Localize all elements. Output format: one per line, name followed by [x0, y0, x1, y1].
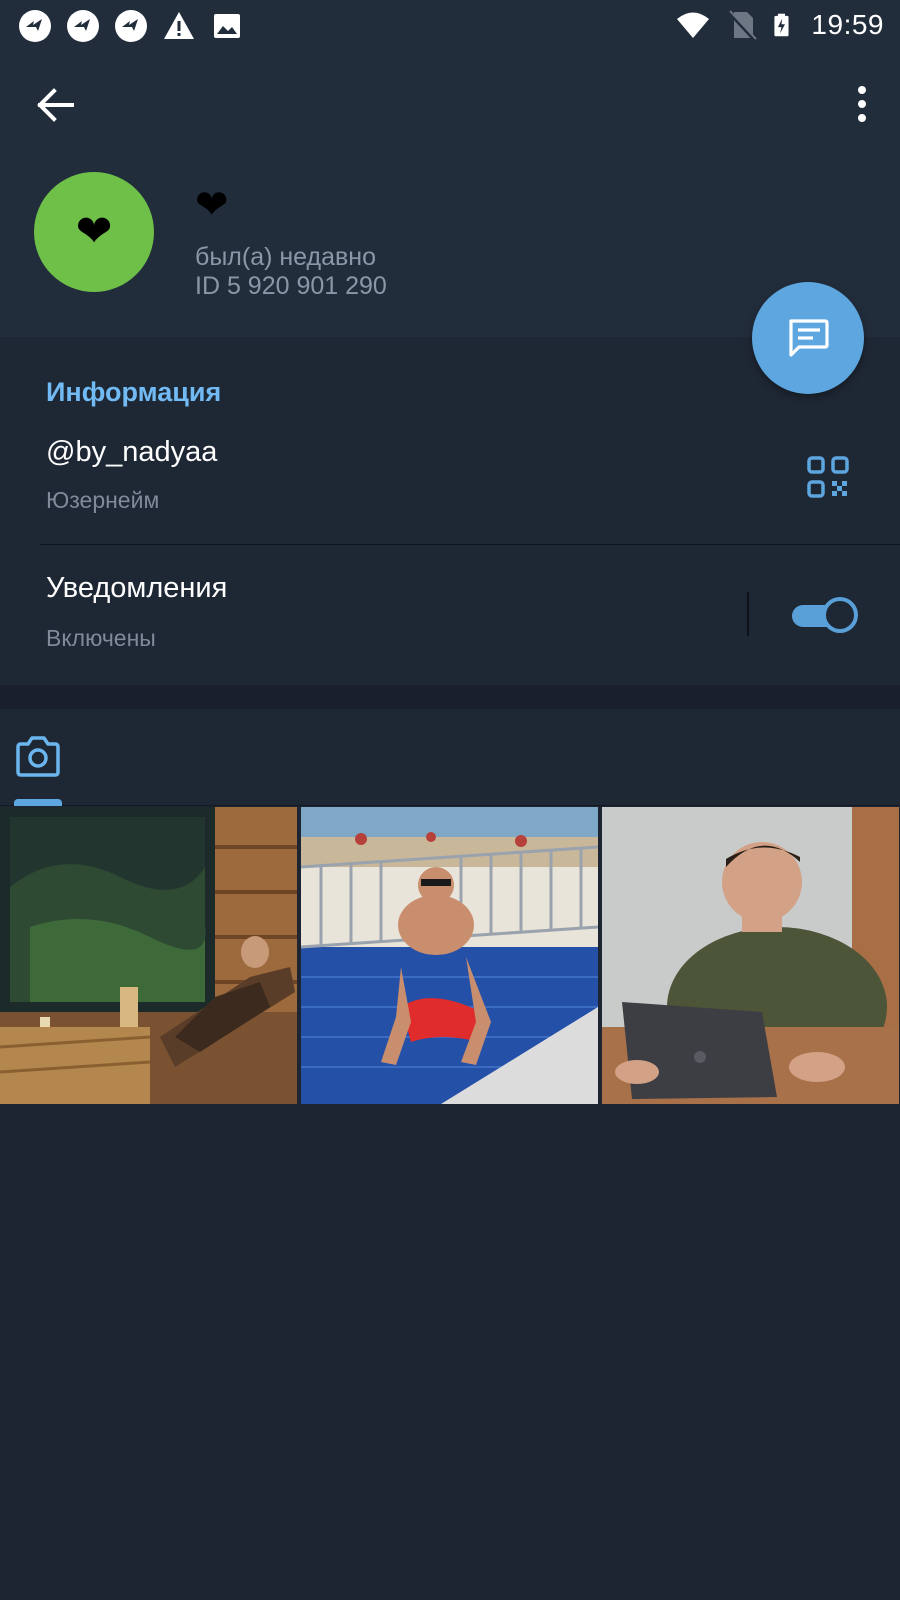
send-message-button[interactable] — [752, 282, 864, 394]
user-id: ID 5 920 901 290 — [195, 272, 387, 300]
camera-icon[interactable] — [14, 733, 62, 781]
username-value[interactable]: @by_nadyaa — [46, 436, 217, 469]
photo-grid — [0, 807, 900, 1104]
tab-indicator — [14, 799, 62, 806]
notifications-toggle[interactable] — [790, 597, 858, 633]
clock: 19:59 — [811, 9, 884, 40]
back-arrow-icon[interactable] — [30, 80, 80, 130]
notifications-caption: Включены — [46, 625, 156, 651]
pool-photo[interactable] — [301, 807, 598, 1104]
toggle-knob — [822, 597, 858, 633]
last-seen-status: был(а) недавно — [195, 243, 377, 271]
status-notifications — [18, 9, 244, 43]
status-system: 19:59 — [675, 6, 884, 44]
image-icon — [214, 14, 240, 38]
no-sim-icon — [727, 10, 758, 42]
app-notification-icon — [67, 10, 99, 42]
info-section: Информация @by_nadyaa Юзернейм Уведомлен… — [0, 337, 900, 685]
profile-header: ❤ ❤ был(а) недавно ID 5 920 901 290 — [0, 50, 900, 337]
battery-charging-icon — [774, 13, 789, 37]
laptop-photo[interactable] — [602, 807, 899, 1104]
heart-icon: ❤ — [75, 206, 113, 257]
divider — [40, 544, 900, 545]
section-title: Информация — [46, 377, 222, 407]
warning-icon — [164, 12, 194, 39]
more-vertical-icon[interactable] — [840, 80, 870, 130]
media-tabs — [0, 709, 900, 806]
app-notification-icon — [19, 10, 51, 42]
profile-name: ❤ — [195, 182, 229, 228]
wifi-icon — [677, 12, 710, 38]
status-bar: 19:59 — [0, 0, 900, 50]
vertical-separator — [747, 592, 749, 636]
sauna-photo[interactable] — [0, 807, 297, 1104]
notifications-label[interactable]: Уведомления — [46, 572, 227, 605]
avatar[interactable]: ❤ — [34, 172, 154, 292]
section-gap — [0, 685, 900, 709]
message-icon — [789, 319, 829, 357]
app-notification-icon — [115, 10, 147, 42]
username-caption: Юзернейм — [46, 487, 160, 513]
qr-code-icon[interactable] — [806, 455, 850, 499]
